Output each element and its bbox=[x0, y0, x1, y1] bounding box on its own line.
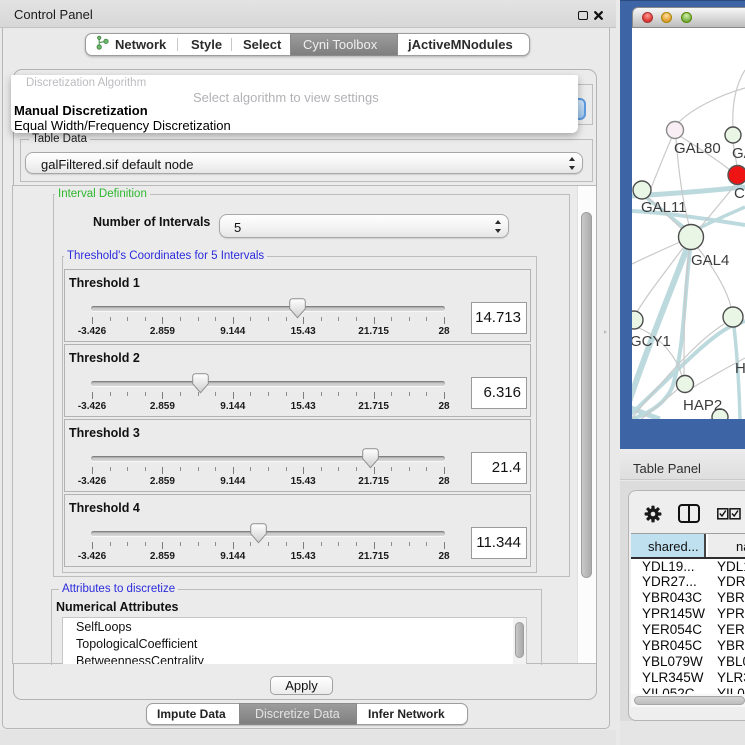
svg-text:HAP2: HAP2 bbox=[683, 397, 722, 414]
svg-text:GAL: GAL bbox=[732, 145, 745, 162]
svg-text:GAL4: GAL4 bbox=[691, 252, 729, 269]
svg-text:HIS: HIS bbox=[735, 360, 745, 377]
svg-text:GAL11: GAL11 bbox=[641, 199, 687, 216]
svg-text:GCY1: GCY1 bbox=[632, 333, 671, 350]
svg-text:CR: CR bbox=[734, 185, 745, 202]
svg-text:GAL80: GAL80 bbox=[674, 140, 721, 157]
